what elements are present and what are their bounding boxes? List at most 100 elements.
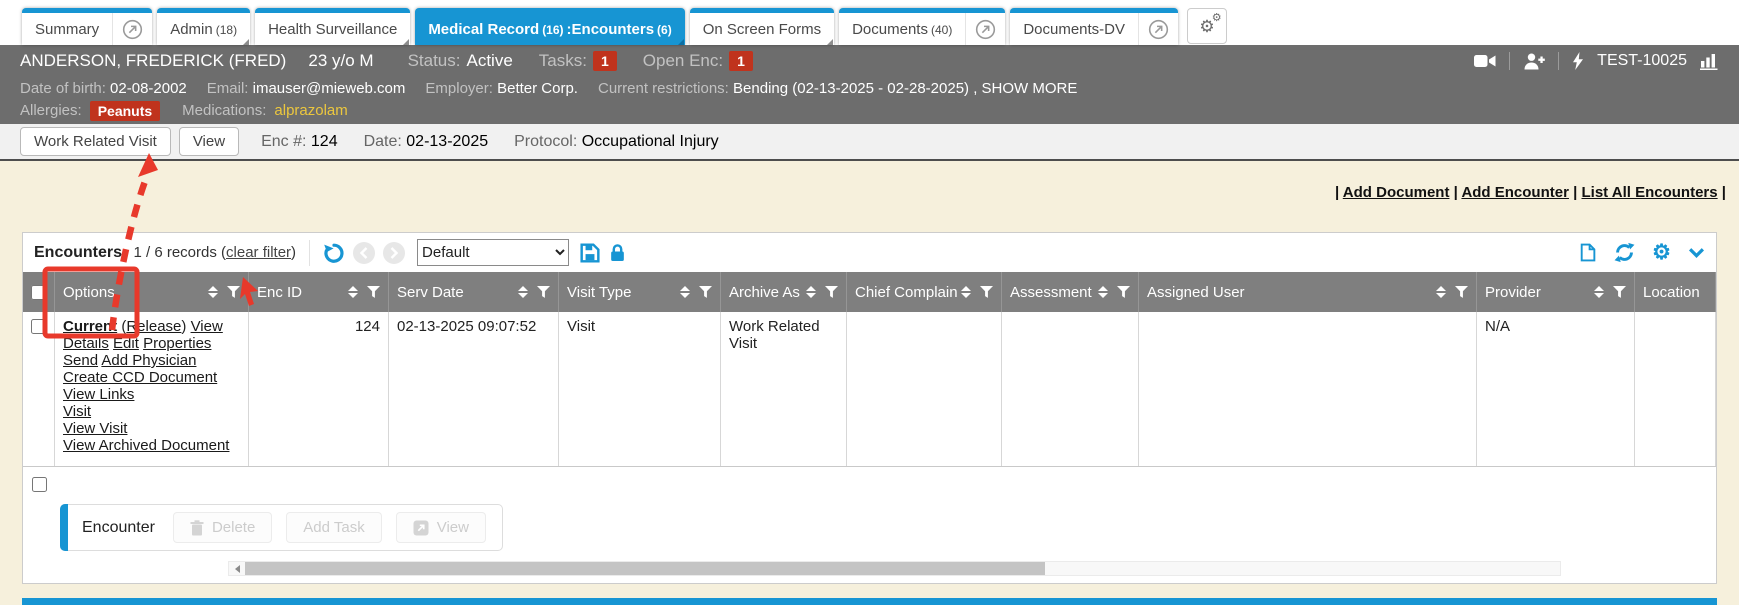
add-document-link[interactable]: Add Document	[1343, 184, 1450, 201]
view-button[interactable]: View	[179, 127, 239, 156]
option-link-edit[interactable]: Edit	[113, 335, 139, 352]
option-link-add-physician[interactable]: Add Physician	[101, 352, 196, 369]
clear-filter-link[interactable]: clear filter	[226, 244, 291, 261]
quick-actions-bolt-icon[interactable]	[1572, 52, 1584, 70]
open-enc-count-badge[interactable]: 1	[729, 51, 753, 71]
tab-on-screen-forms[interactable]: On Screen Forms	[690, 8, 834, 45]
lock-view-icon[interactable]	[608, 243, 627, 262]
tab-health-surveillance[interactable]: Health Surveillance	[255, 8, 410, 45]
scrollbar-track[interactable]	[245, 562, 1560, 575]
new-document-icon[interactable]	[1578, 243, 1597, 262]
filter-funnel-icon[interactable]	[825, 286, 838, 299]
filter-funnel-icon[interactable]	[1613, 286, 1626, 299]
cell-location	[1635, 312, 1716, 466]
column-header-provider[interactable]: Provider	[1477, 272, 1635, 312]
tab-documents[interactable]: Documents(40)	[839, 8, 1005, 45]
tab-fold-icon	[678, 39, 684, 45]
allergies-label: Allergies:	[20, 102, 82, 119]
grid-view-select[interactable]: Default	[417, 239, 569, 266]
undo-icon[interactable]	[323, 242, 345, 264]
tasks-count-badge[interactable]: 1	[593, 51, 617, 71]
delete-button[interactable]: Delete	[173, 512, 272, 543]
list-all-encounters-link[interactable]: List All Encounters	[1581, 184, 1717, 201]
view-button[interactable]: View	[396, 512, 486, 543]
refresh-icon[interactable]	[1614, 242, 1635, 263]
divider	[309, 240, 310, 266]
add-task-button[interactable]: Add Task	[286, 512, 381, 543]
column-header-archive-as[interactable]: Archive As	[721, 272, 847, 312]
column-header-location[interactable]: Location	[1635, 272, 1716, 312]
open-in-new-window-icon[interactable]	[965, 13, 1005, 45]
filter-funnel-icon[interactable]	[537, 286, 550, 299]
column-header-options[interactable]: Options	[55, 272, 249, 312]
scroll-left-arrow-icon[interactable]	[229, 562, 245, 575]
add-encounter-link[interactable]: Add Encounter	[1461, 184, 1569, 201]
option-link-properties[interactable]: Properties	[143, 335, 211, 352]
filter-funnel-icon[interactable]	[980, 286, 993, 299]
option-link-send[interactable]: Send	[63, 352, 98, 369]
cell-visit-type: Visit	[559, 312, 721, 466]
tab-label: Health Surveillance	[255, 13, 410, 45]
scrollbar-thumb[interactable]	[245, 562, 1045, 575]
sort-icon[interactable]	[680, 286, 690, 298]
option-link-view-visit[interactable]: View Visit	[63, 420, 127, 437]
option-link-details[interactable]: Details	[63, 335, 109, 352]
tab-settings-button[interactable]: ⚙⚙	[1187, 8, 1227, 44]
column-header-serv-date[interactable]: Serv Date	[389, 272, 559, 312]
video-call-icon[interactable]	[1474, 54, 1496, 68]
option-link-view[interactable]: View	[191, 318, 223, 335]
option-link-view-archived-document[interactable]: View Archived Document	[63, 437, 229, 454]
tab-label: On Screen Forms	[690, 13, 834, 45]
column-header-assigned-user[interactable]: Assigned User	[1139, 272, 1477, 312]
collapse-chevron-icon[interactable]	[1688, 247, 1705, 258]
footer-row-checkbox[interactable]	[32, 477, 47, 492]
option-link-visit[interactable]: Visit	[63, 403, 91, 420]
work-related-visit-button[interactable]: Work Related Visit	[20, 127, 171, 156]
column-header-visit-type[interactable]: Visit Type	[559, 272, 721, 312]
filter-funnel-icon[interactable]	[1455, 286, 1468, 299]
option-link-release[interactable]: Release	[126, 318, 181, 335]
tab-admin[interactable]: Admin(18)	[157, 8, 250, 45]
sort-icon[interactable]	[348, 286, 358, 298]
tab-label: Documents-DV	[1010, 13, 1138, 45]
open-in-new-window-icon[interactable]	[112, 13, 152, 45]
chart-stats-icon[interactable]	[1700, 53, 1719, 70]
horizontal-scrollbar[interactable]	[228, 561, 1561, 576]
filter-funnel-icon[interactable]	[1117, 286, 1130, 299]
filter-funnel-icon[interactable]	[699, 286, 712, 299]
allergy-badge[interactable]: Peanuts	[90, 101, 160, 121]
tab-documents-dv[interactable]: Documents-DV	[1010, 8, 1178, 45]
sort-icon[interactable]	[1436, 286, 1446, 298]
prev-page-icon[interactable]	[353, 242, 375, 264]
medications-value[interactable]: alprazolam	[274, 102, 347, 119]
column-header-assessment[interactable]: Assessment	[1002, 272, 1139, 312]
tab-medical-record[interactable]: Medical Record(16):Encounters(6)	[415, 8, 684, 45]
select-all-checkbox[interactable]	[31, 285, 46, 300]
tasks-label: Tasks:	[539, 51, 587, 71]
status-value: Active	[466, 51, 512, 71]
sort-icon[interactable]	[1594, 286, 1604, 298]
filter-funnel-icon[interactable]	[227, 286, 240, 299]
sort-icon[interactable]	[806, 286, 816, 298]
add-user-icon[interactable]	[1523, 53, 1545, 70]
sort-icon[interactable]	[208, 286, 218, 298]
sort-icon[interactable]	[518, 286, 528, 298]
filter-funnel-icon[interactable]	[367, 286, 380, 299]
tab-summary[interactable]: Summary	[22, 8, 152, 45]
encounters-panel: Encounters, 1 / 6 records (clear filter)…	[22, 232, 1717, 584]
sort-icon[interactable]	[1098, 286, 1108, 298]
patient-banner: ANDERSON, FREDERICK (FRED) 23 y/o M Stat…	[0, 45, 1739, 124]
option-link-view-links[interactable]: View Links	[63, 386, 134, 403]
save-view-icon[interactable]	[580, 243, 600, 263]
column-header-enc-id[interactable]: Enc ID	[249, 272, 389, 312]
option-link-current[interactable]: Current	[63, 318, 117, 335]
option-link-create-ccd-document[interactable]: Create CCD Document	[63, 369, 217, 386]
column-header-chief-complaint[interactable]: Chief Complaint	[847, 272, 1002, 312]
grid-settings-gear-icon[interactable]: ⚙	[1652, 242, 1671, 263]
next-page-icon[interactable]	[383, 242, 405, 264]
cell-assessment	[1002, 312, 1139, 466]
open-in-new-window-icon[interactable]	[1138, 13, 1178, 45]
patient-banner-row1: ANDERSON, FREDERICK (FRED) 23 y/o M Stat…	[20, 45, 1719, 77]
row-checkbox[interactable]	[31, 319, 46, 334]
sort-icon[interactable]	[961, 286, 971, 298]
